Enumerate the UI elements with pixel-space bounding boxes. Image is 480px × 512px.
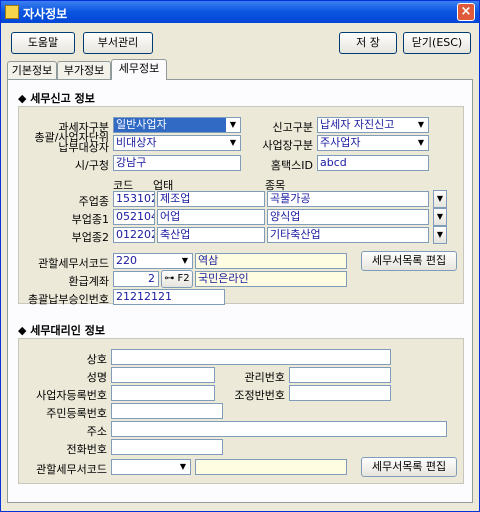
tax-filing-section-title: ◆ 세무신고 정보 [18, 92, 95, 105]
agent-resident-no-input[interactable] [111, 403, 223, 419]
agent-phone-input[interactable] [111, 439, 223, 455]
agent-biz-reg-input[interactable] [111, 385, 215, 401]
main-biz-dropdown[interactable]: ▼ [433, 190, 447, 208]
consolidated-select[interactable]: 비대상자 ▼ [113, 135, 241, 151]
refund-bank-field: 국민은라인 [195, 271, 347, 287]
save-button[interactable]: 저 장 [339, 32, 397, 54]
sub-biz2-business[interactable]: 축산업 [157, 227, 265, 243]
close-window-button[interactable]: × [457, 3, 475, 21]
sub-biz1-item[interactable]: 양식업 [267, 209, 429, 225]
company-info-window: 자사정보 × 도움말 부서관리 저 장 닫기(ESC) 기본정보 부가정보 세무… [0, 0, 480, 512]
filing-type-label: 신고구분 [272, 121, 313, 134]
main-biz-label: 주업종 [78, 195, 109, 208]
dept-manage-button[interactable]: 부서관리 [83, 32, 153, 54]
agent-adjust-no-label: 조정반번호 [234, 389, 285, 402]
agent-person-input[interactable] [111, 367, 215, 383]
main-biz-business[interactable]: 제조업 [157, 191, 265, 207]
office-code-label: 관할세무서코드 [38, 257, 109, 270]
office-code-select[interactable]: 220 ▼ [113, 253, 193, 269]
chevron-down-icon: ▼ [414, 136, 428, 150]
hometax-id-input[interactable]: abcd [317, 155, 429, 171]
agent-resident-no-label: 주민등록번호 [46, 407, 107, 420]
hometax-id-label: 홈택스ID [270, 159, 313, 172]
window-title: 자사정보 [23, 7, 68, 21]
agent-adjust-no-input[interactable] [289, 385, 391, 401]
sub-biz1-label: 부업종1 [71, 213, 109, 226]
agent-address-label: 주소 [86, 425, 107, 438]
office-name-field: 역삼 [195, 253, 347, 269]
chevron-down-icon: ▼ [436, 212, 444, 221]
chevron-down-icon: ▼ [178, 254, 192, 268]
key-icon: ⊶ [164, 273, 175, 284]
refund-lookup-button[interactable]: ⊶ F2 [161, 270, 193, 288]
tab-extra-info[interactable]: 부가정보 [57, 61, 111, 79]
agent-mgmt-no-label: 관리번호 [244, 371, 285, 384]
city-input[interactable]: 강남구 [113, 155, 241, 171]
agent-name-label: 상호 [86, 353, 107, 366]
close-esc-button[interactable]: 닫기(ESC) [403, 32, 471, 54]
chevron-down-icon: ▼ [436, 230, 444, 239]
agent-office-list-edit-button[interactable]: 세무서목록 편집 [361, 457, 457, 477]
filing-type-select[interactable]: 납세자 자진신고 ▼ [317, 117, 429, 133]
tax-agent-section-title: ◆ 세무대리인 정보 [18, 324, 105, 337]
chevron-down-icon: ▼ [436, 194, 444, 203]
agent-person-label: 성명 [86, 371, 107, 384]
agent-address-input[interactable] [111, 421, 447, 437]
business-type-label: 사업장구분 [262, 139, 313, 152]
agent-mgmt-no-input[interactable] [289, 367, 391, 383]
main-biz-code[interactable]: 153102 [113, 191, 155, 207]
consolidated-label: 총괄/사업자단위 납부대상자 [34, 131, 109, 154]
agent-biz-reg-label: 사업자등록번호 [36, 389, 107, 402]
business-type-select[interactable]: 주사업자 ▼ [317, 135, 429, 151]
agent-name-input[interactable] [111, 349, 391, 365]
tax-filing-group: 과세자구분 일반사업자 ▼ 신고구분 납세자 자진신고 ▼ 총괄/사업자단위 납부대… [18, 106, 464, 306]
agent-office-code-select[interactable]: ▼ [111, 459, 191, 475]
title-bar[interactable]: 자사정보 × [1, 1, 479, 23]
sub-biz2-code[interactable]: 012202 [113, 227, 155, 243]
help-button[interactable]: 도움말 [11, 32, 75, 54]
app-icon [5, 5, 19, 19]
approval-no-label: 총괄납부승인번호 [28, 293, 109, 306]
chevron-down-icon: ▼ [176, 460, 190, 474]
sub-biz2-dropdown[interactable]: ▼ [433, 226, 447, 244]
sub-biz1-business[interactable]: 어업 [157, 209, 265, 225]
tax-info-panel: ◆ 세무신고 정보 과세자구분 일반사업자 ▼ 신고구분 납세자 자진신고 ▼ 총괄… [7, 79, 473, 503]
main-biz-item[interactable]: 곡물가공 [267, 191, 429, 207]
office-list-edit-button[interactable]: 세무서목록 편집 [361, 251, 457, 271]
approval-no-input[interactable]: 21212121 [113, 289, 225, 305]
city-label: 시/구청 [74, 159, 109, 172]
agent-office-name-field [195, 459, 347, 475]
chevron-down-icon: ▼ [226, 136, 240, 150]
tab-tax-info[interactable]: 세무정보 [111, 59, 167, 80]
taxpayer-type-select[interactable]: 일반사업자 ▼ [113, 117, 241, 133]
refund-account-label: 환급계좌 [68, 275, 109, 288]
agent-phone-label: 전화번호 [66, 443, 107, 456]
refund-account-number[interactable]: 2 [113, 271, 159, 287]
sub-biz2-item[interactable]: 기타축산업 [267, 227, 429, 243]
sub-biz1-dropdown[interactable]: ▼ [433, 208, 447, 226]
sub-biz1-code[interactable]: 052104 [113, 209, 155, 225]
agent-office-code-label: 관할세무서코드 [36, 463, 107, 476]
tax-agent-group: 상호 성명 관리번호 사업자등록번호 조정반번호 주민등록번호 주소 전화번호 … [18, 338, 464, 484]
chevron-down-icon: ▼ [226, 118, 240, 132]
chevron-down-icon: ▼ [414, 118, 428, 132]
sub-biz2-label: 부업종2 [71, 231, 109, 244]
tab-basic-info[interactable]: 기본정보 [7, 61, 57, 79]
